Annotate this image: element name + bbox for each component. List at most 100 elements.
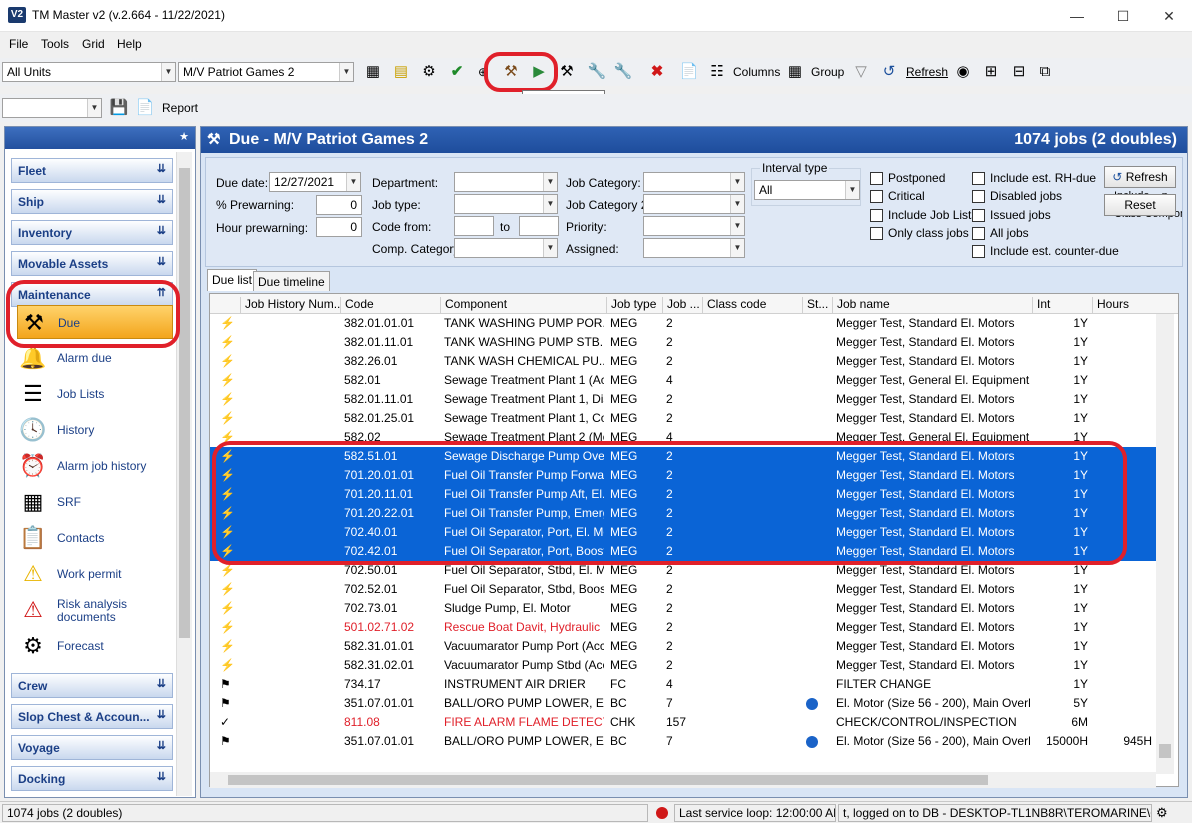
- table-row[interactable]: ⚡ 702.40.01 Fuel Oil Separator, Port, El. …: [210, 523, 1156, 542]
- nav-item-srf[interactable]: ▦ SRF: [17, 485, 173, 519]
- checkmark-icon[interactable]: ✔: [446, 61, 468, 83]
- nav-voyage[interactable]: Voyage ⇊: [11, 735, 173, 760]
- job-category-combo[interactable]: ▼: [643, 172, 745, 192]
- refresh-button[interactable]: Refresh: [906, 65, 948, 79]
- table-row[interactable]: ⚡ 702.42.01 Fuel Oil Separator, Port, Boos…: [210, 542, 1156, 561]
- postponed-checkbox[interactable]: [870, 172, 883, 185]
- nav-fleet[interactable]: Fleet ⇊: [11, 158, 173, 183]
- all-jobs-checkbox[interactable]: [972, 227, 985, 240]
- note-icon[interactable]: ▤: [390, 61, 412, 83]
- col-job-type[interactable]: Job type: [606, 297, 662, 313]
- nav-item-alarm-job-history[interactable]: ⏰ Alarm job history: [17, 449, 173, 483]
- grid-hscroll[interactable]: [210, 772, 1156, 788]
- table-row[interactable]: ⚑ 351.07.01.01 BALL/ORO PUMP LOWER, E... BC…: [210, 694, 1156, 713]
- nav-ship[interactable]: Ship ⇊: [11, 189, 173, 214]
- table-row[interactable]: ⚡ 702.52.01 Fuel Oil Separator, Stbd, Boos…: [210, 580, 1156, 599]
- copy-icon[interactable]: ⧉: [1034, 61, 1056, 83]
- nav-crew[interactable]: Crew ⇊: [11, 673, 173, 698]
- col-component[interactable]: Component: [440, 297, 606, 313]
- unit-combo[interactable]: All Units ▼: [2, 62, 176, 82]
- code-to-input[interactable]: [519, 216, 559, 236]
- table-row[interactable]: ⚡ 501.02.71.02 Rescue Boat Davit, Hydrauli…: [210, 618, 1156, 637]
- assigned-combo[interactable]: ▼: [643, 238, 745, 258]
- wrench-icon[interactable]: 🔧: [586, 61, 608, 83]
- table-row[interactable]: ⚡ 701.20.01.01 Fuel Oil Transfer Pump Forw…: [210, 466, 1156, 485]
- menu-grid[interactable]: Grid: [82, 37, 105, 51]
- comp-category-combo[interactable]: ▼: [454, 238, 558, 258]
- job-type-combo[interactable]: ▼: [454, 194, 558, 214]
- nav-inventory[interactable]: Inventory ⇊: [11, 220, 173, 245]
- table-row[interactable]: ⚡ 582.02 Sewage Treatment Plant 2 (Mo... ME…: [210, 428, 1156, 447]
- sidebar-scrollbar[interactable]: [176, 152, 192, 796]
- scroll-thumb[interactable]: [1159, 744, 1171, 758]
- nav-movable-assets[interactable]: Movable Assets ⇊: [11, 251, 173, 276]
- nav-item-forecast[interactable]: ⚙ Forecast: [17, 629, 173, 663]
- refresh-icon[interactable]: ↺: [878, 61, 900, 83]
- nav-slop-chest[interactable]: Slop Chest & Accoun... ⇊: [11, 704, 173, 729]
- table-row[interactable]: ⚑ 734.17 INSTRUMENT AIR DRIER FC 4 FILTER CHA…: [210, 675, 1156, 694]
- pin-icon[interactable]: ★: [179, 130, 189, 143]
- include-job-lists-checkbox[interactable]: [870, 209, 883, 222]
- nav-maintenance[interactable]: Maintenance ⇈: [11, 282, 173, 307]
- job-tool-icon[interactable]: ⚒: [556, 61, 578, 83]
- job-category2-combo[interactable]: ▼: [643, 194, 745, 214]
- minimize-icon[interactable]: —: [1054, 0, 1100, 32]
- table-row[interactable]: ⚡ 382.01.11.01 TANK WASHING PUMP STB... MEG…: [210, 333, 1156, 352]
- nav-item-due[interactable]: ⚒ Due: [17, 305, 173, 339]
- inspect-icon[interactable]: ⚙: [418, 61, 440, 83]
- nav-item-contacts[interactable]: 📋 Contacts: [17, 521, 173, 555]
- table-row[interactable]: ✓ 811.08 FIRE ALARM FLAME DETECT... CHK 157 C…: [210, 713, 1156, 732]
- group-icon[interactable]: ▦: [784, 61, 806, 83]
- col-int[interactable]: Int: [1032, 297, 1092, 313]
- columns-button[interactable]: Columns: [733, 65, 780, 79]
- tab-due-timeline[interactable]: Due timeline: [253, 271, 330, 291]
- nav-item-alarm-due[interactable]: 🔔 Alarm due: [17, 341, 173, 375]
- report-icon[interactable]: 📄: [678, 61, 700, 83]
- collapse-icon[interactable]: ⊟: [1008, 61, 1030, 83]
- menu-file[interactable]: File: [9, 37, 28, 51]
- columns-icon[interactable]: ☷: [706, 61, 728, 83]
- hour-prewarning-input[interactable]: 0: [316, 217, 362, 237]
- nav-item-risk-analysis[interactable]: ⚠ Risk analysis documents: [17, 593, 173, 629]
- col-hours[interactable]: Hours: [1092, 297, 1156, 313]
- col-job-no[interactable]: Job ...: [662, 297, 702, 313]
- tab-due-list[interactable]: Due list: [207, 269, 258, 291]
- table-row[interactable]: ⚡ 382.01.01.01 TANK WASHING PUMP POR... MEG…: [210, 314, 1156, 333]
- scroll-thumb[interactable]: [179, 168, 190, 638]
- scroll-thumb[interactable]: [228, 775, 988, 785]
- table-row[interactable]: ⚡ 582.01.11.01 Sewage Treatment Plant 1, D…: [210, 390, 1156, 409]
- disabled-jobs-checkbox[interactable]: [972, 190, 985, 203]
- col-job-history[interactable]: Job History Num...: [240, 297, 340, 313]
- menu-help[interactable]: Help: [117, 37, 142, 51]
- priority-combo[interactable]: ▼: [643, 216, 745, 236]
- table-row[interactable]: ⚡ 701.20.11.01 Fuel Oil Transfer Pump Aft,…: [210, 485, 1156, 504]
- table-row[interactable]: ⚡ 701.20.22.01 Fuel Oil Transfer Pump, Eme…: [210, 504, 1156, 523]
- table-row[interactable]: ⚡ 582.01.25.01 Sewage Treatment Plant 1, C…: [210, 409, 1156, 428]
- maximize-icon[interactable]: ☐: [1100, 0, 1146, 32]
- interval-type-combo[interactable]: All ▼: [754, 180, 860, 200]
- issued-jobs-checkbox[interactable]: [972, 209, 985, 222]
- code-from-input[interactable]: [454, 216, 494, 236]
- department-combo[interactable]: ▼: [454, 172, 558, 192]
- nav-item-history[interactable]: 🕓 History: [17, 413, 173, 447]
- document-icon[interactable]: 📄: [134, 97, 156, 119]
- table-row[interactable]: ⚡ 702.73.01 Sludge Pump, El. Motor MEG 2 Megg…: [210, 599, 1156, 618]
- wrench2-icon[interactable]: 🔧: [612, 61, 634, 83]
- include-est-rh-checkbox[interactable]: [972, 172, 985, 185]
- close-icon[interactable]: ✕: [1146, 0, 1192, 32]
- filter-reset-button[interactable]: Reset: [1104, 194, 1176, 216]
- nav-item-job-lists[interactable]: ☰ Job Lists: [17, 377, 173, 411]
- user-icon[interactable]: ⚙: [1156, 805, 1168, 821]
- table-row[interactable]: ⚡ 702.50.01 Fuel Oil Separator, Stbd, El. …: [210, 561, 1156, 580]
- filter-icon[interactable]: ▽: [850, 61, 872, 83]
- col-code[interactable]: Code: [340, 297, 440, 313]
- group-button[interactable]: Group: [811, 65, 844, 79]
- table-row[interactable]: ⚡ 582.31.02.01 Vacuumarator Pump Stbd (Acc…: [210, 656, 1156, 675]
- nav-item-work-permit[interactable]: ⚠ Work permit: [17, 557, 173, 591]
- only-class-jobs-checkbox[interactable]: [870, 227, 883, 240]
- save-icon[interactable]: 💾: [108, 97, 130, 119]
- delete-icon[interactable]: ✖: [646, 61, 668, 83]
- include-est-counter-checkbox[interactable]: [972, 245, 985, 258]
- due-date-field[interactable]: 12/27/2021 ▼: [269, 172, 361, 192]
- vessel-combo[interactable]: M/V Patriot Games 2 ▼: [178, 62, 354, 82]
